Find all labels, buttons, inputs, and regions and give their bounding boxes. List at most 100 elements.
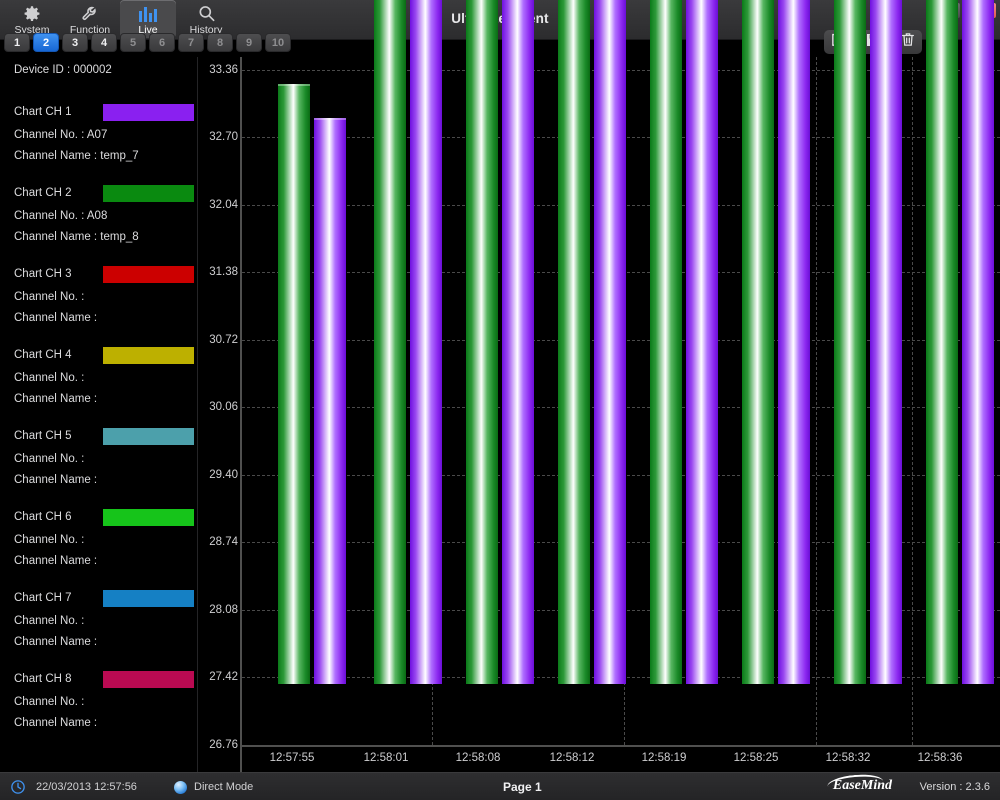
channel-8-name: Channel Name : <box>14 717 97 729</box>
x-axis: 12:57:55 12:58:01 12:58:08 12:58:12 12:5… <box>240 748 1000 772</box>
y-tick-2: 32.04 <box>209 199 238 211</box>
channel-block-7[interactable]: Chart CH 7 Channel No. : Channel Name : <box>0 590 198 610</box>
brand-logo: EaseMind <box>833 778 892 794</box>
page-indicator: Page 1 <box>503 780 542 794</box>
channel-2-color-swatch[interactable] <box>103 185 194 202</box>
x-tick-1: 12:58:01 <box>364 752 409 764</box>
channel-5-color-swatch[interactable] <box>103 428 194 445</box>
y-tick-10: 26.76 <box>209 739 238 751</box>
x-tick-3: 12:58:12 <box>550 752 595 764</box>
x-tick-6: 12:58:32 <box>826 752 871 764</box>
status-mode: Direct Mode <box>194 781 253 793</box>
x-tick-0: 12:57:55 <box>270 752 315 764</box>
channel-5-number: Channel No. : <box>14 453 84 465</box>
channel-7-number: Channel No. : <box>14 615 84 627</box>
bar-purple-1[interactable] <box>314 118 346 684</box>
channel-5-title: Chart CH 5 <box>14 430 72 442</box>
search-icon <box>197 3 216 24</box>
page-tab-1[interactable]: 1 <box>4 33 30 52</box>
version-label: Version : 2.3.6 <box>920 781 990 793</box>
bar-green-1[interactable] <box>278 84 310 684</box>
page-tab-6[interactable]: 6 <box>149 33 175 52</box>
bar-purple-5[interactable] <box>686 0 718 684</box>
bar-green-3[interactable] <box>466 0 498 684</box>
channel-block-3[interactable]: Chart CH 3 Channel No. : Channel Name : <box>0 266 198 286</box>
clock-icon <box>10 779 26 798</box>
channel-block-6[interactable]: Chart CH 6 Channel No. : Channel Name : <box>0 509 198 529</box>
x-axis-line <box>240 745 1000 747</box>
x-tick-2: 12:58:08 <box>456 752 501 764</box>
channel-3-number: Channel No. : <box>14 291 84 303</box>
y-tick-4: 30.72 <box>209 334 238 346</box>
bar-green-5[interactable] <box>650 0 682 684</box>
channel-7-name: Channel Name : <box>14 636 97 648</box>
channel-6-number: Channel No. : <box>14 534 84 546</box>
live-bar-chart: 33.36 32.70 32.04 31.38 30.72 30.06 29.4… <box>198 57 1000 772</box>
channel-4-name: Channel Name : <box>14 393 97 405</box>
page-tab-3[interactable]: 3 <box>62 33 88 52</box>
plot-area[interactable] <box>240 57 1000 772</box>
gear-icon <box>23 3 41 24</box>
y-tick-3: 31.38 <box>209 266 238 278</box>
x-tick-4: 12:58:19 <box>642 752 687 764</box>
trash-icon <box>900 31 916 53</box>
app-window: Ultimate Client Exit System Function <box>0 0 1000 800</box>
channel-block-2[interactable]: Chart CH 2 Channel No. : A08 Channel Nam… <box>0 185 198 205</box>
bar-purple-3[interactable] <box>502 0 534 684</box>
channel-8-color-swatch[interactable] <box>103 671 194 688</box>
bar-purple-2[interactable] <box>410 0 442 684</box>
y-tick-0: 33.36 <box>209 64 238 76</box>
channel-6-name: Channel Name : <box>14 555 97 567</box>
bar-green-6[interactable] <box>742 0 774 684</box>
channel-2-name: Channel Name : temp_8 <box>14 231 139 243</box>
bar-purple-8[interactable] <box>962 0 994 684</box>
y-axis: 33.36 32.70 32.04 31.38 30.72 30.06 29.4… <box>198 57 242 772</box>
channel-1-name: Channel Name : temp_7 <box>14 150 139 162</box>
device-id-label: Device ID : 000002 <box>14 64 112 76</box>
channel-3-color-swatch[interactable] <box>103 266 194 283</box>
channel-block-5[interactable]: Chart CH 5 Channel No. : Channel Name : <box>0 428 198 448</box>
x-tick-5: 12:58:25 <box>734 752 779 764</box>
channel-4-number: Channel No. : <box>14 372 84 384</box>
channel-block-8[interactable]: Chart CH 8 Channel No. : Channel Name : <box>0 671 198 691</box>
channel-1-title: Chart CH 1 <box>14 106 72 118</box>
x-tick-7: 12:58:36 <box>918 752 963 764</box>
y-tick-1: 32.70 <box>209 131 238 143</box>
page-tab-4[interactable]: 4 <box>91 33 117 52</box>
page-tab-5[interactable]: 5 <box>120 33 146 52</box>
status-bar: 22/03/2013 12:57:56 Direct Mode Page 1 E… <box>0 772 1000 800</box>
status-datetime: 22/03/2013 12:57:56 <box>36 781 137 793</box>
channel-4-color-swatch[interactable] <box>103 347 194 364</box>
channel-7-color-swatch[interactable] <box>103 590 194 607</box>
bar-green-4[interactable] <box>558 0 590 684</box>
bars-icon <box>138 3 158 24</box>
bar-green-8[interactable] <box>926 0 958 684</box>
channel-4-title: Chart CH 4 <box>14 349 72 361</box>
channel-sidebar: Device ID : 000002 Chart CH 1 Channel No… <box>0 57 198 772</box>
page-tab-7[interactable]: 7 <box>178 33 204 52</box>
bar-green-7[interactable] <box>834 0 866 684</box>
wrench-icon <box>81 3 99 24</box>
y-tick-8: 28.08 <box>209 604 238 616</box>
channel-5-name: Channel Name : <box>14 474 97 486</box>
bar-green-2[interactable] <box>374 0 406 684</box>
channel-8-number: Channel No. : <box>14 696 84 708</box>
page-tab-9[interactable]: 9 <box>236 33 262 52</box>
page-tab-8[interactable]: 8 <box>207 33 233 52</box>
channel-block-1[interactable]: Chart CH 1 Channel No. : A07 Channel Nam… <box>0 104 198 124</box>
page-tab-10[interactable]: 10 <box>265 33 291 52</box>
channel-3-name: Channel Name : <box>14 312 97 324</box>
blue-orb-icon <box>174 781 187 794</box>
channel-6-color-swatch[interactable] <box>103 509 194 526</box>
y-tick-5: 30.06 <box>209 401 238 413</box>
page-tab-2[interactable]: 2 <box>33 33 59 52</box>
channel-1-color-swatch[interactable] <box>103 104 194 121</box>
page-tabs: 1 2 3 4 5 6 7 8 9 10 <box>4 33 291 52</box>
bar-purple-7[interactable] <box>870 0 902 684</box>
y-tick-6: 29.40 <box>209 469 238 481</box>
bar-purple-6[interactable] <box>778 0 810 684</box>
channel-block-4[interactable]: Chart CH 4 Channel No. : Channel Name : <box>0 347 198 367</box>
channel-7-title: Chart CH 7 <box>14 592 72 604</box>
bar-purple-4[interactable] <box>594 0 626 684</box>
channel-2-title: Chart CH 2 <box>14 187 72 199</box>
